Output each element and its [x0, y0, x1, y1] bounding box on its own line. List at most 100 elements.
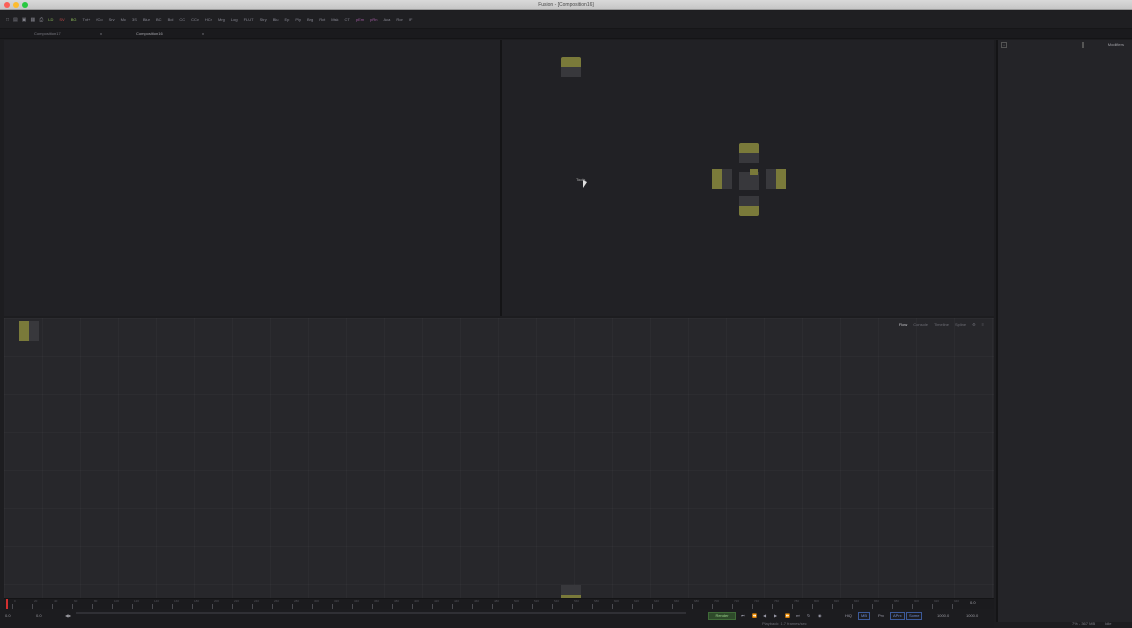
copy-icon[interactable]: ▦ [29, 11, 38, 29]
tool-button[interactable]: LD [45, 11, 56, 29]
tab-flow[interactable]: Flow [899, 321, 907, 329]
tool-button[interactable]: CT [342, 11, 353, 29]
playback-status: Playback: 1.7 frames/sec [762, 621, 807, 626]
ruler-tick-label: 600 [614, 599, 620, 603]
play-reverse-icon[interactable]: ◀ [763, 612, 766, 620]
ruler-tick-label: 880 [894, 599, 900, 603]
tab-spline[interactable]: Spline [955, 321, 966, 329]
ruler-tick-label: 640 [654, 599, 660, 603]
tab-close-icon[interactable]: x [202, 29, 204, 39]
selective-update-toggle[interactable]: Some [906, 612, 923, 620]
tool-button[interactable]: pRn [367, 11, 380, 29]
inspector-tab-modifiers[interactable]: Modifiers [1108, 42, 1124, 47]
motion-blur-toggle[interactable]: MB [858, 612, 870, 620]
settings-icon[interactable]: ⚙ [972, 321, 976, 329]
node-center-port[interactable] [750, 169, 758, 175]
tool-button[interactable]: Rct [316, 11, 328, 29]
node-port-bottom[interactable] [739, 196, 759, 216]
proxy-toggle[interactable]: Prx [878, 612, 884, 620]
audio-icon[interactable]: ◉ [818, 612, 822, 620]
tab-composition16[interactable]: Composition16 [136, 29, 163, 39]
window-title: Fusion - [Composition16] [538, 2, 594, 8]
ruler-tick-label: 300 [314, 599, 320, 603]
fast-forward-icon[interactable]: ⏩ [785, 612, 790, 620]
tool-button[interactable]: BC [153, 11, 165, 29]
tool-button[interactable]: Stry [257, 11, 270, 29]
tool-button[interactable]: Blu [270, 11, 282, 29]
tool-button[interactable]: 3S [129, 11, 140, 29]
viewer-left[interactable] [4, 40, 500, 316]
tool-button[interactable]: FLUT [241, 11, 257, 29]
time-ruler[interactable]: 0.0 0 20 40 60 80 100 120 140 160 180 200 220 240 260… [4, 598, 994, 610]
tab-timeline[interactable]: Timeline [934, 321, 949, 329]
tool-button[interactable]: Ply [292, 11, 304, 29]
tab-console[interactable]: Console [913, 321, 928, 329]
fusion-app: Fusion - [Composition16] □ ▤ ▣ ▦ ⎙ LD SV BG Txt+… [0, 0, 1132, 628]
render-end-field[interactable]: 1000.0 [937, 612, 949, 620]
tab-close-icon[interactable]: x [100, 29, 102, 39]
panel-splitter[interactable] [1082, 42, 1084, 48]
rewind-icon[interactable]: ⏪ [752, 612, 757, 620]
tool-button[interactable]: SV [56, 11, 67, 29]
ruler-tick-label: 40 [54, 599, 58, 603]
status-bar [996, 621, 1132, 628]
tool-button[interactable]: Msk [328, 11, 341, 29]
print-icon[interactable]: ⎙ [37, 11, 45, 29]
ruler-tick-label: 940 [954, 599, 960, 603]
global-end-field[interactable]: 1000.0 [966, 612, 978, 620]
ruler-tick-label: 80 [94, 599, 98, 603]
tool-button[interactable]: CC [176, 11, 188, 29]
render-start-field[interactable]: 0.0 [36, 612, 42, 620]
save-icon[interactable]: ▣ [20, 11, 29, 29]
tool-button[interactable]: Bol [165, 11, 177, 29]
ruler-tick-label: 780 [794, 599, 800, 603]
play-icon[interactable]: ▶ [774, 612, 777, 620]
tool-button[interactable]: Srv [106, 11, 118, 29]
loop-icon[interactable]: ↻ [807, 612, 810, 620]
tool-button[interactable]: CCv [188, 11, 202, 29]
time-slider[interactable] [76, 612, 686, 614]
ruler-tick-label: 660 [674, 599, 680, 603]
tool-button[interactable]: Brg [304, 11, 316, 29]
node-port-right[interactable] [766, 169, 786, 189]
tool-button[interactable]: IF [406, 11, 416, 29]
pin-icon[interactable]: ⌂ [1001, 42, 1007, 48]
hiq-toggle[interactable]: HiQ [845, 612, 852, 620]
tool-button[interactable]: Log [228, 11, 241, 29]
tool-button[interactable]: fCo [93, 11, 105, 29]
render-button[interactable]: Render [708, 612, 736, 620]
menu-icon[interactable]: ≡ [982, 321, 984, 329]
auto-proxy-toggle[interactable]: APrx [890, 612, 905, 620]
tool-button[interactable]: Mc [118, 11, 129, 29]
new-icon[interactable]: □ [4, 11, 11, 29]
tool-button[interactable]: pEm [353, 11, 367, 29]
tool-button[interactable]: HCr [202, 11, 215, 29]
tool-button[interactable]: Txt+ [80, 11, 94, 29]
ruler-tick-label: 480 [494, 599, 500, 603]
tool-button[interactable]: Blur [140, 11, 153, 29]
open-icon[interactable]: ▤ [11, 11, 20, 29]
ruler-tick-label: 360 [374, 599, 380, 603]
tool-button[interactable]: Ror [393, 11, 405, 29]
inspector-panel[interactable]: ⌂ Modifiers [996, 40, 1132, 622]
ruler-end-value: 0.0 [970, 600, 976, 605]
tool-button[interactable]: BG [68, 11, 80, 29]
global-start-field[interactable]: 0.0 [5, 612, 11, 620]
tool-button[interactable]: Ep [282, 11, 293, 29]
node-port-left[interactable] [712, 169, 732, 189]
go-to-end-icon[interactable]: ⏭ [796, 612, 800, 620]
ruler-tick-label: 100 [114, 599, 120, 603]
node-port-top[interactable] [739, 143, 759, 163]
flow-view[interactable]: Flow Console Timeline Spline ⚙ ≡ [4, 318, 994, 598]
tool-button[interactable]: Mrg [215, 11, 228, 29]
cursor-icon [583, 180, 587, 188]
ruler-tick-label: 860 [874, 599, 880, 603]
go-to-start-icon[interactable]: ⏮ [741, 612, 745, 620]
tool-button[interactable]: Aca [380, 11, 393, 29]
time-step-icon[interactable]: ◀▶ [65, 612, 71, 620]
floating-node[interactable] [561, 57, 581, 77]
ruler-tick-label: 20 [34, 599, 38, 603]
tab-composition17[interactable]: Composition17 [34, 29, 61, 39]
flow-node-left[interactable] [19, 321, 39, 341]
ruler-tick-label: 160 [174, 599, 180, 603]
